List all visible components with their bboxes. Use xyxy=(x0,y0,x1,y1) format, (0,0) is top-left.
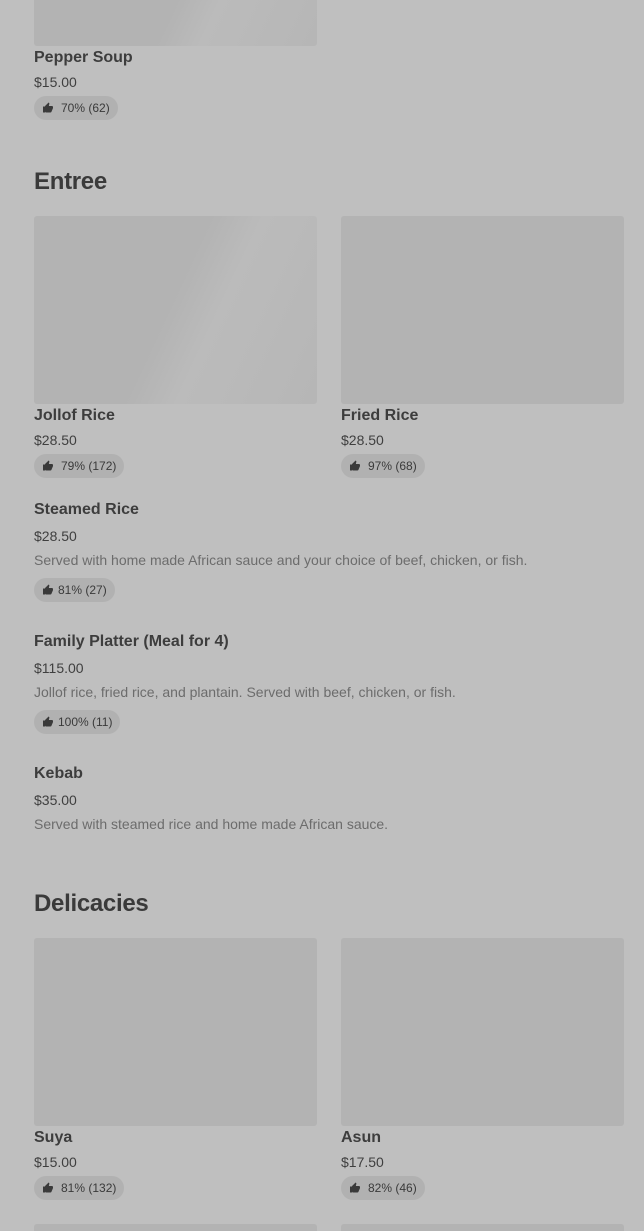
item-image-asun[interactable] xyxy=(341,938,624,1126)
thumbs-up-icon xyxy=(42,584,54,596)
item-image-fried-rice[interactable] xyxy=(341,216,624,404)
item-price: $115.00 xyxy=(34,660,84,676)
section-title-delicacies: Delicacies xyxy=(34,890,149,917)
rating-text: 100% (11) xyxy=(58,715,113,729)
item-image-pepper-soup[interactable] xyxy=(34,0,317,46)
rating-badge: 97% (68) xyxy=(341,454,425,478)
item-name[interactable]: Jollof Rice xyxy=(34,407,115,425)
item-image-next-right[interactable] xyxy=(341,1224,624,1231)
rating-badge: 100% (11) xyxy=(34,710,121,734)
rating-text: 81% (132) xyxy=(61,1181,117,1195)
item-price: $17.50 xyxy=(341,1154,384,1170)
item-name[interactable]: Fried Rice xyxy=(341,407,418,425)
section-title-entree: Entree xyxy=(34,168,107,195)
thumbs-up-icon xyxy=(42,102,54,114)
item-image-jollof-rice[interactable] xyxy=(34,216,317,404)
item-name[interactable]: Family Platter (Meal for 4) xyxy=(34,633,229,651)
rating-badge: 82% (46) xyxy=(341,1176,425,1200)
item-price: $28.50 xyxy=(34,432,77,448)
rating-badge: 81% (132) xyxy=(34,1176,125,1200)
item-name[interactable]: Pepper Soup xyxy=(34,49,133,67)
rating-text: 97% (68) xyxy=(368,459,417,473)
item-description: Jollof rice, fried rice, and plantain. S… xyxy=(34,684,456,700)
item-description: Served with steamed rice and home made A… xyxy=(34,816,389,832)
item-price: $28.50 xyxy=(341,432,384,448)
item-name[interactable]: Steamed Rice xyxy=(34,501,139,519)
item-name[interactable]: Kebab xyxy=(34,765,83,783)
item-price: $15.00 xyxy=(34,74,77,90)
rating-badge: 79% (172) xyxy=(34,454,125,478)
thumbs-up-icon xyxy=(349,1182,361,1194)
thumbs-up-icon xyxy=(42,716,54,728)
thumbs-up-icon xyxy=(42,1182,54,1194)
thumbs-up-icon xyxy=(349,460,361,472)
item-image-next-left[interactable] xyxy=(34,1224,317,1231)
item-price: $28.50 xyxy=(34,528,77,544)
thumbs-up-icon xyxy=(42,460,54,472)
rating-badge: 81% (27) xyxy=(34,578,115,602)
rating-text: 82% (46) xyxy=(368,1181,417,1195)
rating-badge: 70% (62) xyxy=(34,96,118,120)
item-price: $15.00 xyxy=(34,1154,77,1170)
item-price: $35.00 xyxy=(34,792,77,808)
item-name[interactable]: Suya xyxy=(34,1129,72,1147)
rating-text: 79% (172) xyxy=(61,459,117,473)
item-description: Served with home made African sauce and … xyxy=(34,552,528,568)
rating-text: 81% (27) xyxy=(58,583,107,597)
item-image-suya[interactable] xyxy=(34,938,317,1126)
item-name[interactable]: Asun xyxy=(341,1129,381,1147)
rating-text: 70% (62) xyxy=(61,101,110,115)
